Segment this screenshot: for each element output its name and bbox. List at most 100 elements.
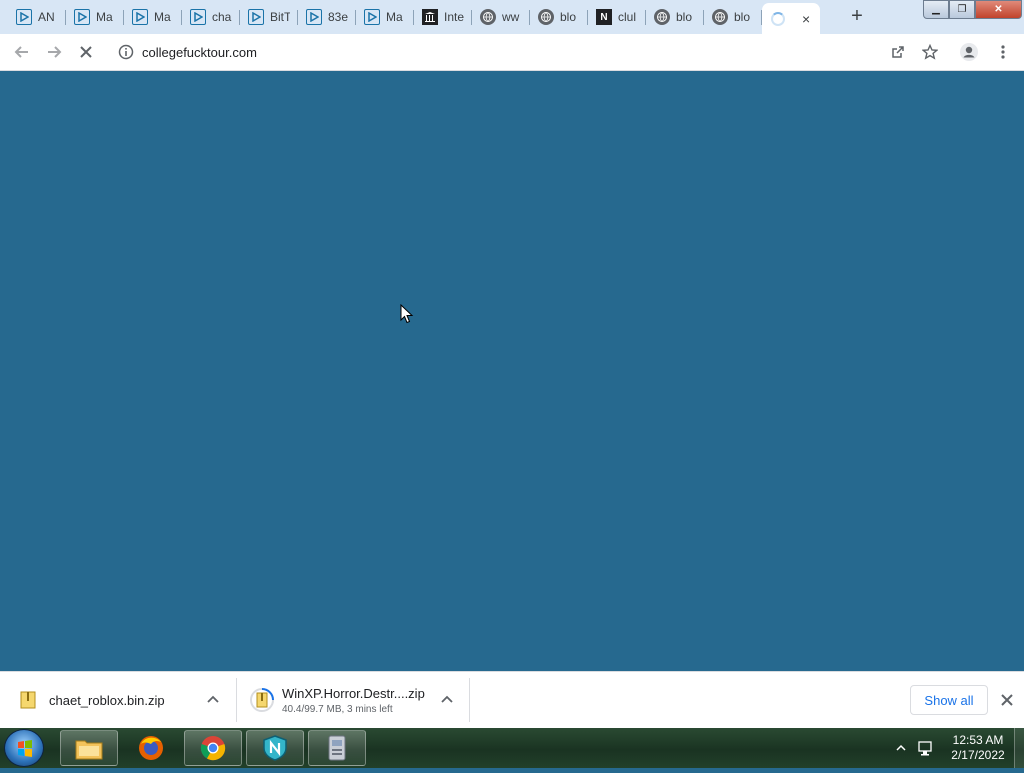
archive-icon xyxy=(422,9,438,25)
tab-13[interactable]: blo xyxy=(704,3,762,31)
network-icon[interactable] xyxy=(916,739,936,757)
close-icon xyxy=(80,46,92,58)
tab-title: ww xyxy=(502,10,520,24)
tab-8[interactable]: Inte xyxy=(414,3,472,31)
show-desktop-button[interactable] xyxy=(1014,728,1024,768)
tab-title: Ma xyxy=(386,10,403,24)
download-item-2[interactable]: WinXP.Horror.Destr....zip 40.4/99.7 MB, … xyxy=(250,672,460,728)
taskbar-chrome[interactable] xyxy=(184,730,242,766)
globe-icon xyxy=(480,9,496,25)
arrow-left-icon xyxy=(14,46,28,58)
application-icon xyxy=(328,735,346,761)
play-icon xyxy=(16,9,32,25)
play-icon xyxy=(190,9,206,25)
profile-avatar-icon[interactable] xyxy=(959,42,979,62)
download-status: 40.4/99.7 MB, 3 mins left xyxy=(282,703,393,715)
play-icon xyxy=(248,9,264,25)
restore-button[interactable]: ❐ xyxy=(949,0,975,19)
globe-icon xyxy=(654,9,670,25)
system-tray: 12:53 AM 2/17/2022 xyxy=(894,728,1024,768)
tab-active[interactable]: × xyxy=(762,3,820,34)
tab-title: cha xyxy=(212,10,232,24)
system-clock[interactable]: 12:53 AM 2/17/2022 xyxy=(942,733,1014,763)
zip-file-icon xyxy=(20,691,36,709)
tab-title: AN xyxy=(38,10,55,24)
tab-6[interactable]: 83e xyxy=(298,3,356,31)
shield-icon xyxy=(263,735,287,761)
url-text[interactable]: collegefucktour.com xyxy=(142,45,257,60)
taskbar-shield-app[interactable] xyxy=(246,730,304,766)
tab-title: blo xyxy=(676,10,693,24)
share-icon[interactable] xyxy=(888,42,908,62)
chevron-up-icon[interactable] xyxy=(439,692,455,708)
chevron-up-icon[interactable] xyxy=(205,692,221,708)
tab-title: Ma xyxy=(96,10,113,24)
tab-title: 83e xyxy=(328,10,348,24)
tab-4[interactable]: cha xyxy=(182,3,240,31)
show-hidden-icons-icon[interactable] xyxy=(894,741,908,755)
bookmark-star-icon[interactable] xyxy=(920,42,940,62)
forward-button[interactable] xyxy=(42,40,66,64)
more-menu-icon[interactable] xyxy=(993,42,1013,62)
tab-strip: AN Ma Ma cha BitT 83e Ma Inte ww blo N c… xyxy=(0,0,1024,34)
close-window-button[interactable]: ✕ xyxy=(975,0,1022,19)
mouse-cursor-icon xyxy=(400,304,414,324)
browser-toolbar: collegefucktour.com xyxy=(0,34,1024,71)
taskbar-firefox[interactable] xyxy=(122,730,180,766)
minimize-button[interactable]: ▁ xyxy=(923,0,949,19)
address-bar[interactable]: collegefucktour.com xyxy=(108,38,918,66)
chrome-icon xyxy=(200,736,226,761)
download-filename: chaet_roblox.bin.zip xyxy=(49,692,165,708)
close-shelf-icon[interactable] xyxy=(998,691,1016,709)
clock-date: 2/17/2022 xyxy=(951,748,1005,762)
zip-progress-icon xyxy=(250,688,274,712)
tab-title: BitT xyxy=(270,10,290,24)
play-icon xyxy=(306,9,322,25)
windows-logo-icon xyxy=(18,740,32,757)
tab-title: clul xyxy=(618,10,637,24)
tab-1[interactable]: AN xyxy=(8,3,66,31)
download-filename: WinXP.Horror.Destr....zip xyxy=(282,685,425,701)
tab-list: AN Ma Ma cha BitT 83e Ma Inte ww blo N c… xyxy=(8,3,820,34)
download-shelf: chaet_roblox.bin.zip WinXP.Horror.Destr.… xyxy=(0,671,1024,728)
tab-title: Inte xyxy=(444,10,464,24)
clock-time: 12:53 AM xyxy=(952,733,1004,747)
tab-11[interactable]: N clul xyxy=(588,3,646,31)
tab-5[interactable]: BitT xyxy=(240,3,298,31)
tab-close-button[interactable]: × xyxy=(802,11,810,27)
taskbar-explorer[interactable] xyxy=(60,730,118,766)
firefox-icon xyxy=(139,736,163,760)
play-icon xyxy=(74,9,90,25)
tab-3[interactable]: Ma xyxy=(124,3,182,31)
globe-icon xyxy=(712,9,728,25)
taskbar-app[interactable] xyxy=(308,730,366,766)
arrow-right-icon xyxy=(48,46,62,58)
window-controls: ▁ ❐ ✕ xyxy=(923,0,1022,19)
tab-2[interactable]: Ma xyxy=(66,3,124,31)
download-text: WinXP.Horror.Destr....zip 40.4/99.7 MB, … xyxy=(282,686,425,715)
info-icon[interactable] xyxy=(118,44,134,60)
n-logo-icon: N xyxy=(596,9,612,25)
folder-icon xyxy=(75,740,103,760)
back-button[interactable] xyxy=(10,40,34,64)
show-all-downloads-button[interactable]: Show all xyxy=(910,685,988,715)
new-tab-button[interactable]: + xyxy=(846,5,868,27)
divider xyxy=(236,678,237,722)
tab-10[interactable]: blo xyxy=(530,3,588,31)
tab-7[interactable]: Ma xyxy=(356,3,414,31)
windows-taskbar: 12:53 AM 2/17/2022 xyxy=(0,728,1024,768)
tab-9[interactable]: ww xyxy=(472,3,530,31)
play-icon xyxy=(364,9,380,25)
tab-title: blo xyxy=(734,10,751,24)
download-item-1[interactable]: chaet_roblox.bin.zip xyxy=(18,672,236,728)
stop-loading-button[interactable] xyxy=(74,40,98,64)
tab-title: Ma xyxy=(154,10,171,24)
play-icon xyxy=(132,9,148,25)
tab-title: blo xyxy=(560,10,577,24)
page-content[interactable] xyxy=(0,71,1024,671)
loading-spinner-icon xyxy=(770,11,786,27)
tab-12[interactable]: blo xyxy=(646,3,704,31)
start-button[interactable] xyxy=(4,729,44,767)
divider xyxy=(469,678,470,722)
globe-icon xyxy=(538,9,554,25)
